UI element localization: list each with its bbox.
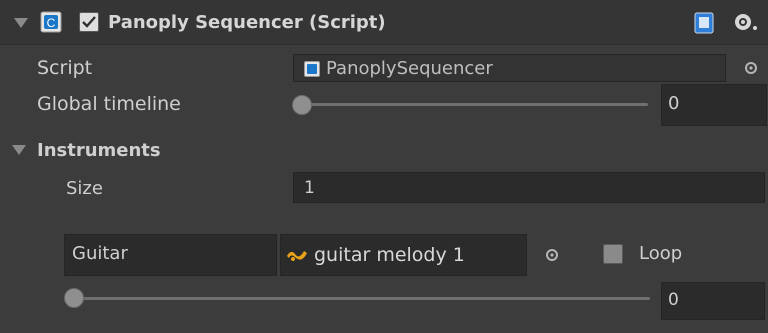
global-timeline-slider-handle[interactable] [292, 95, 312, 115]
loop-label: Loop [639, 243, 683, 264]
inspector-component: C Panoply Sequencer (Script) Script Pano… [0, 0, 768, 333]
object-picker-icon[interactable] [544, 247, 560, 263]
instrument-slider-track[interactable] [70, 297, 650, 300]
enable-checkbox[interactable] [79, 12, 99, 32]
instrument-value: 0 [668, 290, 679, 310]
svg-text:C: C [47, 16, 56, 30]
global-timeline-slider-track[interactable] [298, 103, 648, 106]
script-object-field[interactable]: PanoplySequencer [293, 54, 726, 82]
size-label: Size [66, 178, 103, 199]
help-book-icon[interactable] [693, 12, 717, 34]
component-title: Panoply Sequencer (Script) [108, 12, 386, 33]
size-value: 1 [304, 178, 315, 198]
size-field[interactable]: 1 [293, 172, 765, 203]
instrument-slider-handle[interactable] [64, 288, 84, 308]
audio-clip-icon [286, 248, 308, 264]
instruments-foldout-icon[interactable] [12, 145, 26, 155]
cs-script-icon: C [40, 11, 62, 33]
gear-icon[interactable] [731, 10, 759, 34]
object-picker-icon[interactable] [743, 60, 759, 76]
cs-script-icon [304, 61, 320, 77]
script-label: Script [37, 57, 93, 79]
global-timeline-label: Global timeline [37, 93, 181, 115]
loop-checkbox[interactable] [603, 244, 623, 264]
instrument-clip-field[interactable]: guitar melody 1 [280, 234, 527, 276]
instrument-clip-name: guitar melody 1 [314, 244, 465, 266]
instruments-label[interactable]: Instruments [37, 142, 161, 160]
checkbox-checked-icon [82, 16, 96, 28]
instrument-name-field[interactable]: Guitar [64, 234, 277, 276]
instrument-name: Guitar [72, 243, 128, 264]
instrument-value-field[interactable]: 0 [661, 282, 765, 320]
component-header[interactable]: C Panoply Sequencer (Script) [0, 0, 768, 45]
triangle-down-icon[interactable] [14, 18, 28, 28]
global-timeline-value-field[interactable]: 0 [661, 84, 767, 126]
global-timeline-value: 0 [668, 93, 680, 114]
script-object-value: PanoplySequencer [326, 58, 493, 79]
